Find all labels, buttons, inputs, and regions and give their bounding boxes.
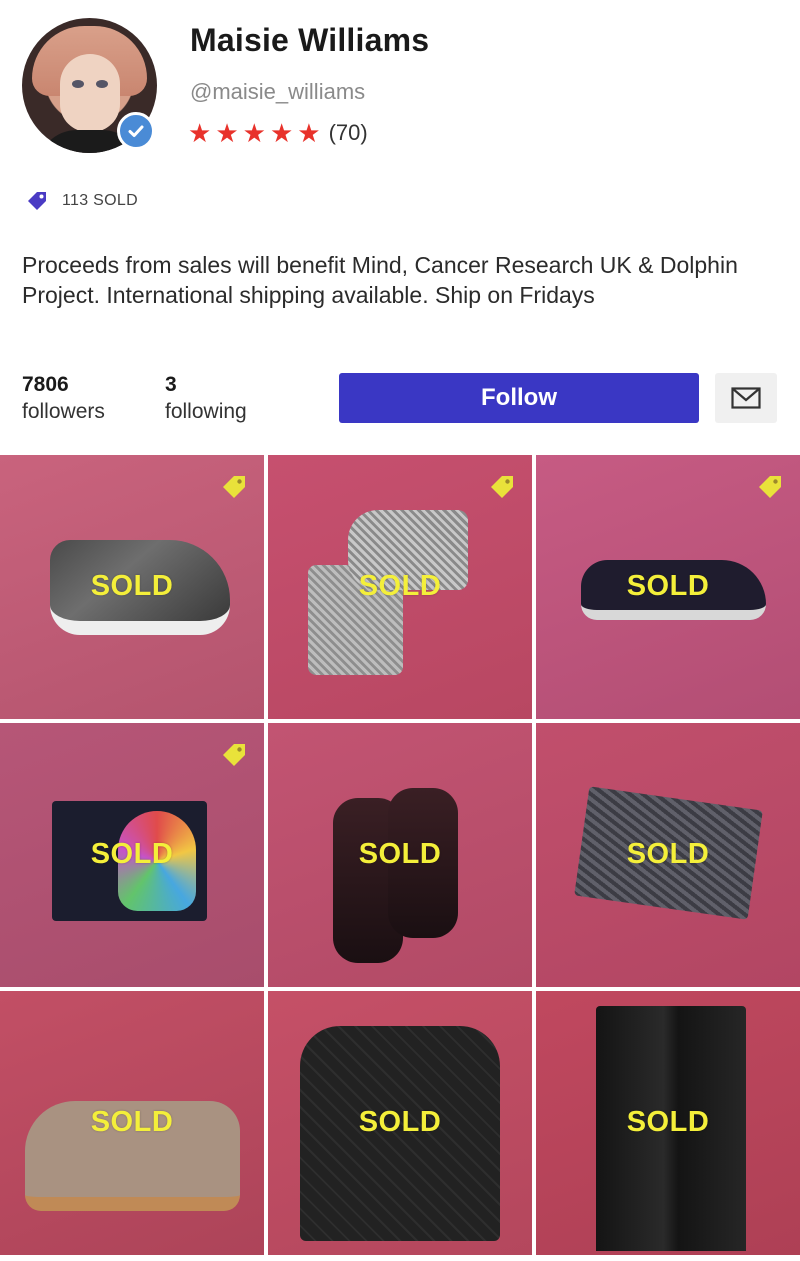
listing-tile[interactable]: SOLD [536, 723, 800, 987]
listing-grid: SOLD SOLD SOLD SOLD SOLD SOLD SOLD SOLD … [0, 455, 800, 1261]
price-tag-icon [223, 744, 245, 766]
star-icon: ★ [297, 118, 321, 148]
profile-handle[interactable]: @maisie_williams [190, 79, 365, 105]
sold-label: SOLD [626, 570, 710, 602]
avatar-face [60, 54, 120, 132]
sold-label: SOLD [358, 838, 442, 870]
price-tag-icon [491, 476, 513, 498]
profile-bio: Proceeds from sales will benefit Mind, C… [22, 252, 738, 308]
followers-stat[interactable]: 7806 followers [22, 372, 105, 426]
sold-label: SOLD [626, 838, 710, 870]
sold-label: SOLD [626, 1106, 710, 1138]
listing-tile[interactable]: SOLD [0, 723, 264, 987]
listing-tile[interactable]: SOLD [0, 455, 264, 719]
following-label: following [165, 400, 247, 423]
follow-button[interactable]: Follow [339, 373, 699, 423]
price-tag-icon [223, 476, 245, 498]
followers-count: 7806 [22, 373, 69, 396]
avatar-eye [72, 80, 84, 88]
avatar-eye [96, 80, 108, 88]
star-icon: ★ [269, 118, 294, 148]
star-icon: ★ [188, 118, 212, 148]
profile-header: Maisie Williams @maisie_williams ★ ★ ★ ★… [0, 0, 800, 455]
sold-label: SOLD [90, 570, 174, 602]
sold-label: SOLD [90, 838, 174, 870]
following-count: 3 [165, 373, 177, 396]
star-icon: ★ [242, 118, 266, 148]
price-tag-icon [28, 192, 46, 210]
star-icon: ★ [215, 118, 239, 148]
rating[interactable]: ★ ★ ★ ★ ★ (70) [188, 118, 368, 148]
rating-count: (70) [328, 120, 368, 145]
verified-check-icon [117, 112, 155, 150]
sold-summary: 113 SOLD [26, 190, 138, 212]
listing-tile[interactable]: SOLD [536, 455, 800, 719]
followers-label: followers [22, 400, 105, 423]
listing-tile[interactable]: SOLD [0, 991, 264, 1255]
sold-label: SOLD [358, 570, 442, 602]
sold-label: SOLD [358, 1106, 442, 1138]
profile-name: Maisie Williams [190, 22, 430, 58]
listing-tile[interactable]: SOLD [536, 991, 800, 1255]
sold-label: SOLD [90, 1106, 174, 1138]
listing-tile[interactable]: SOLD [268, 991, 532, 1255]
sold-count: 113 SOLD [62, 192, 138, 209]
listing-tile[interactable]: SOLD [268, 455, 532, 719]
price-tag-icon [759, 476, 781, 498]
envelope-icon [731, 387, 761, 409]
listing-tile[interactable]: SOLD [268, 723, 532, 987]
message-button[interactable] [715, 373, 777, 423]
following-stat[interactable]: 3 following [165, 372, 247, 426]
